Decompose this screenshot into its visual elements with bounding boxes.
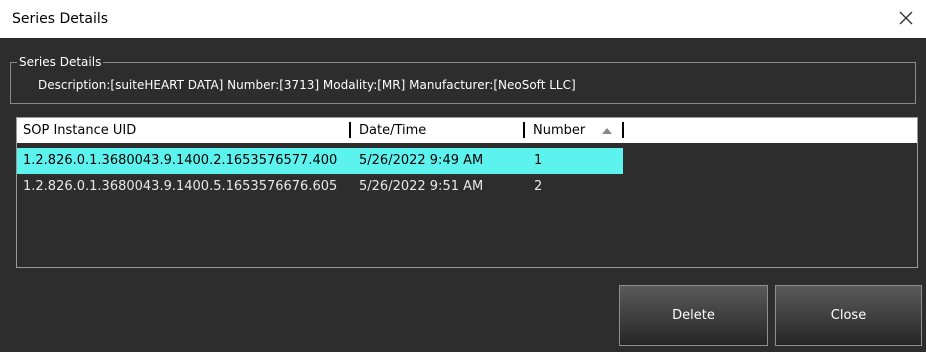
column-header-datetime[interactable]: Date/Time	[359, 123, 426, 138]
close-x-icon	[899, 11, 913, 25]
window-close-button[interactable]	[894, 6, 918, 30]
cell-uid: 1.2.826.0.1.3680043.9.1400.2.1653576577.…	[23, 153, 338, 168]
title-bar: Series Details	[0, 0, 926, 38]
column-header-uid[interactable]: SOP Instance UID	[23, 123, 136, 138]
cell-uid: 1.2.826.0.1.3680043.9.1400.5.1653576676.…	[23, 179, 338, 194]
cell-number: 2	[534, 179, 543, 194]
column-separator[interactable]	[523, 122, 525, 138]
cell-datetime: 5/26/2022 9:51 AM	[359, 179, 484, 194]
cell-number: 1	[534, 153, 543, 168]
group-legend: Series Details	[17, 55, 104, 69]
instance-table[interactable]: SOP Instance UID Date/Time Number 1.2.82…	[16, 117, 918, 268]
table-header: SOP Instance UID Date/Time Number	[17, 118, 917, 143]
column-header-number[interactable]: Number	[533, 123, 585, 138]
window-title: Series Details	[12, 11, 109, 27]
column-separator[interactable]	[622, 122, 624, 138]
close-button[interactable]: Close	[775, 285, 922, 346]
series-details-text: Description:[suiteHEART DATA] Number:[37…	[38, 78, 576, 92]
delete-button[interactable]: Delete	[619, 285, 768, 346]
column-separator[interactable]	[349, 122, 351, 138]
sort-ascending-icon	[602, 128, 612, 134]
cell-datetime: 5/26/2022 9:49 AM	[359, 153, 484, 168]
